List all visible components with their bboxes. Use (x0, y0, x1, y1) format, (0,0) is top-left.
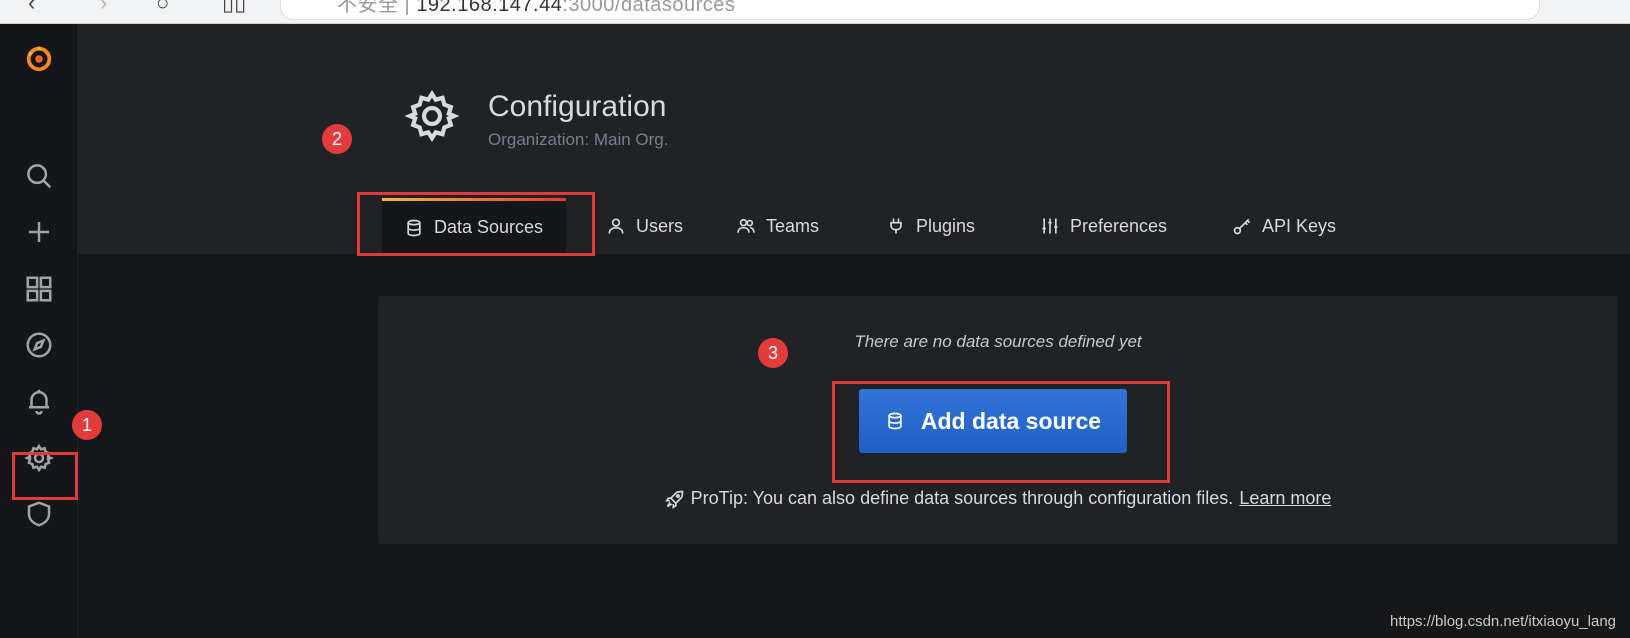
back-icon[interactable]: ‹ (28, 0, 35, 14)
annotation-box-data-sources-tab (357, 192, 595, 256)
address-text: 不安全 | 192.168.147.44:3000/datasources (337, 0, 735, 17)
security-label: 不安全 (337, 0, 399, 16)
compass-icon[interactable] (17, 323, 61, 367)
key-icon (1233, 218, 1251, 235)
url-path: :3000/datasources (562, 0, 736, 16)
tab-preferences[interactable]: Preferences (1018, 198, 1189, 254)
tab-users[interactable]: Users (584, 198, 705, 254)
apps-icon[interactable]: ▯▯ (222, 0, 246, 14)
tab-label: API Keys (1262, 215, 1337, 236)
tab-label: Users (636, 215, 684, 236)
annotation-badge-3: 3 (758, 338, 788, 368)
search-icon[interactable] (17, 154, 61, 198)
address-bar[interactable]: 不安全 | 192.168.147.44:3000/datasources (280, 0, 1540, 20)
plus-icon[interactable] (17, 210, 61, 254)
page-header (78, 24, 1630, 254)
annotation-badge-2: 2 (322, 124, 352, 154)
forward-icon[interactable]: › (100, 0, 107, 14)
learn-more-link[interactable]: Learn more (1239, 488, 1331, 509)
tab-label: Plugins (916, 215, 976, 236)
protip: ProTip: You can also define data sources… (378, 488, 1618, 509)
tab-label: Preferences (1070, 215, 1168, 236)
page-subtitle: Organization: Main Org. (488, 130, 669, 149)
browser-toolbar: ‹ › ○ ▯▯ 不安全 | 192.168.147.44:3000/datas… (0, 0, 1630, 24)
users-icon (737, 218, 755, 233)
protip-text: ProTip: You can also define data sources… (690, 488, 1234, 508)
configuration-gear-icon (404, 88, 460, 144)
sidebar (0, 24, 78, 638)
tab-teams[interactable]: Teams (714, 198, 841, 254)
annotation-box-sidebar-config (12, 452, 78, 500)
tab-api-keys[interactable]: API Keys (1210, 198, 1358, 254)
tab-plugins[interactable]: Plugins (864, 198, 997, 254)
dashboards-icon[interactable] (17, 267, 61, 311)
tab-label: Teams (766, 215, 820, 236)
plug-icon (890, 218, 902, 234)
sliders-icon (1042, 218, 1058, 234)
grafana-logo-icon[interactable] (17, 36, 61, 80)
watermark: https://blog.csdn.net/itxiaoyu_lang (1390, 613, 1616, 630)
empty-state-message: There are no data sources defined yet (854, 332, 1142, 351)
bell-icon[interactable] (17, 379, 61, 423)
reload-icon[interactable]: ○ (156, 0, 169, 14)
url-host: 192.168.147.44 (416, 0, 563, 16)
annotation-box-add-button (832, 381, 1170, 483)
user-icon (608, 218, 624, 234)
page-title: Configuration (488, 90, 667, 123)
rocket-icon (664, 490, 683, 509)
annotation-badge-1: 1 (72, 410, 102, 440)
